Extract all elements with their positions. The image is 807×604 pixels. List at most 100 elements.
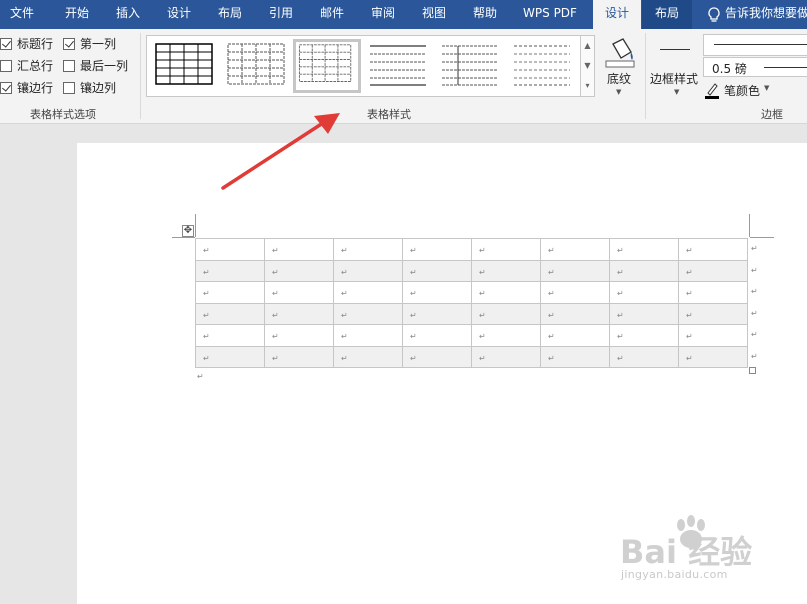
table-cell[interactable]: ↵ [195, 259, 265, 282]
first-column-checkbox[interactable] [63, 38, 75, 50]
paragraph-mark: ↵ [479, 332, 486, 342]
table-cell[interactable]: ↵ [678, 345, 748, 368]
table-cell[interactable]: ↵ [609, 281, 679, 304]
table-cell[interactable]: ↵ [678, 302, 748, 325]
table-style-light-grid[interactable] [223, 39, 291, 93]
paragraph-mark: ↵ [548, 289, 555, 299]
header-row-checkbox[interactable] [0, 38, 12, 50]
tab-help[interactable]: 帮助 [461, 0, 509, 29]
table-cell[interactable]: ↵ [264, 345, 334, 368]
table-style-grid[interactable] [151, 39, 219, 93]
table-cell[interactable]: ↵ [609, 238, 679, 261]
table-cell[interactable]: ↵ [333, 238, 403, 261]
table-cell[interactable]: ↵ [471, 281, 541, 304]
table-cell[interactable]: ↵ [264, 259, 334, 282]
table-cell[interactable]: ↵ [195, 302, 265, 325]
total-row-checkbox[interactable] [0, 60, 12, 72]
tab-design[interactable]: 设计 [155, 0, 203, 29]
table-cell[interactable]: ↵ [402, 281, 472, 304]
group-label-style-options: 表格样式选项 [30, 108, 96, 121]
table-cell[interactable]: ↵ [678, 238, 748, 261]
table-cell[interactable]: ↵ [540, 324, 610, 347]
table-cell[interactable]: ↵ [471, 345, 541, 368]
pen-color-dropdown-icon[interactable]: ▼ [764, 84, 769, 92]
paragraph-mark: ↵ [410, 310, 417, 320]
table-row[interactable]: ↵ ↵ ↵ ↵ ↵ ↵ ↵ ↵ [195, 281, 748, 304]
shading-dropdown-icon[interactable]: ▼ [616, 88, 621, 96]
table-resize-handle[interactable] [749, 367, 756, 374]
table-cell[interactable]: ↵ [678, 281, 748, 304]
table-cell[interactable]: ↵ [333, 259, 403, 282]
paragraph-mark: ↵ [617, 267, 624, 277]
tab-home[interactable]: 开始 [53, 0, 101, 29]
table-cell[interactable]: ↵ [402, 302, 472, 325]
banded-columns-checkbox[interactable] [63, 82, 75, 94]
table-style-plain[interactable] [509, 39, 577, 93]
border-styles-label[interactable]: 边框样式 [650, 70, 698, 87]
table-cell[interactable]: ↵ [471, 238, 541, 261]
table-cell[interactable]: ↵ [402, 324, 472, 347]
table-cell[interactable]: ↵ [471, 259, 541, 282]
border-styles-dropdown-icon[interactable]: ▼ [674, 88, 679, 96]
paragraph-mark: ↵ [617, 332, 624, 342]
table-cell[interactable]: ↵ [333, 281, 403, 304]
table-style-selected[interactable] [293, 39, 361, 93]
table-cell[interactable]: ↵ [540, 345, 610, 368]
table-cell[interactable]: ↵ [264, 302, 334, 325]
last-column-checkbox[interactable] [63, 60, 75, 72]
table-cell[interactable]: ↵ [471, 302, 541, 325]
tab-references[interactable]: 引用 [257, 0, 305, 29]
more-icon[interactable]: ▾ [581, 76, 594, 96]
table-cell[interactable]: ↵ [333, 302, 403, 325]
table-cell[interactable]: ↵ [678, 324, 748, 347]
paragraph-mark: ↵ [617, 353, 624, 363]
border-styles-icon[interactable] [660, 49, 690, 50]
line-style-select[interactable] [703, 34, 807, 56]
table-cell[interactable]: ↵ [264, 281, 334, 304]
tab-table-design[interactable]: 设计 [593, 0, 641, 29]
table-cell[interactable]: ↵ [195, 238, 265, 261]
table-cell[interactable]: ↵ [540, 281, 610, 304]
table-cell[interactable]: ↵ [195, 281, 265, 304]
table-style-horizontal[interactable] [365, 39, 433, 93]
table-cell[interactable]: ↵ [609, 345, 679, 368]
table-cell[interactable]: ↵ [540, 238, 610, 261]
table-row[interactable]: ↵ ↵ ↵ ↵ ↵ ↵ ↵ ↵ [195, 259, 748, 282]
document-table[interactable]: ↵ ↵ ↵ ↵ ↵ ↵ ↵ ↵ ↵ ↵ ↵ ↵ ↵ ↵ ↵ ↵ ↵ ↵ ↵ ↵ ↵ ↵ ↵ ↵ ↵ ↵ ↵ ↵ ↵ ↵ ↵ ↵ ↵ ↵ ↵ ↵ ↵ ↵ ↵ ↵… [195, 238, 748, 368]
table-style-first-column[interactable] [437, 39, 505, 93]
table-cell[interactable]: ↵ [402, 259, 472, 282]
tab-mailings[interactable]: 邮件 [308, 0, 356, 29]
table-cell[interactable]: ↵ [609, 259, 679, 282]
table-cell[interactable]: ↵ [333, 345, 403, 368]
table-cell[interactable]: ↵ [471, 324, 541, 347]
tab-wps-pdf[interactable]: WPS PDF [512, 0, 588, 29]
table-cell[interactable]: ↵ [678, 259, 748, 282]
paragraph-mark: ↵ [341, 246, 348, 256]
table-cell[interactable]: ↵ [195, 324, 265, 347]
table-cell[interactable]: ↵ [402, 238, 472, 261]
table-row[interactable]: ↵ ↵ ↵ ↵ ↵ ↵ ↵ ↵ [195, 238, 748, 261]
table-cell[interactable]: ↵ [609, 302, 679, 325]
tab-review[interactable]: 审阅 [359, 0, 407, 29]
chevron-down-icon[interactable]: ▼ [581, 56, 594, 76]
table-cell[interactable]: ↵ [195, 345, 265, 368]
banded-rows-checkbox[interactable] [0, 82, 12, 94]
table-cell[interactable]: ↵ [264, 324, 334, 347]
line-weight-select[interactable]: 0.5 磅 [703, 57, 807, 77]
chevron-up-icon[interactable]: ▲ [581, 36, 594, 56]
table-cell[interactable]: ↵ [333, 324, 403, 347]
table-cell[interactable]: ↵ [402, 345, 472, 368]
table-cell[interactable]: ↵ [264, 238, 334, 261]
tab-layout[interactable]: 布局 [206, 0, 254, 29]
tab-table-layout[interactable]: 布局 [642, 0, 692, 29]
table-cell[interactable]: ↵ [540, 302, 610, 325]
table-cell[interactable]: ↵ [609, 324, 679, 347]
table-row[interactable]: ↵ ↵ ↵ ↵ ↵ ↵ ↵ ↵ [195, 345, 748, 368]
tab-file[interactable]: 文件 [0, 0, 44, 29]
tab-insert[interactable]: 插入 [104, 0, 152, 29]
table-row[interactable]: ↵ ↵ ↵ ↵ ↵ ↵ ↵ ↵ [195, 324, 748, 347]
table-cell[interactable]: ↵ [540, 259, 610, 282]
table-row[interactable]: ↵ ↵ ↵ ↵ ↵ ↵ ↵ ↵ [195, 302, 748, 325]
table-move-handle[interactable]: ✥ [182, 225, 194, 237]
tab-view[interactable]: 视图 [410, 0, 458, 29]
